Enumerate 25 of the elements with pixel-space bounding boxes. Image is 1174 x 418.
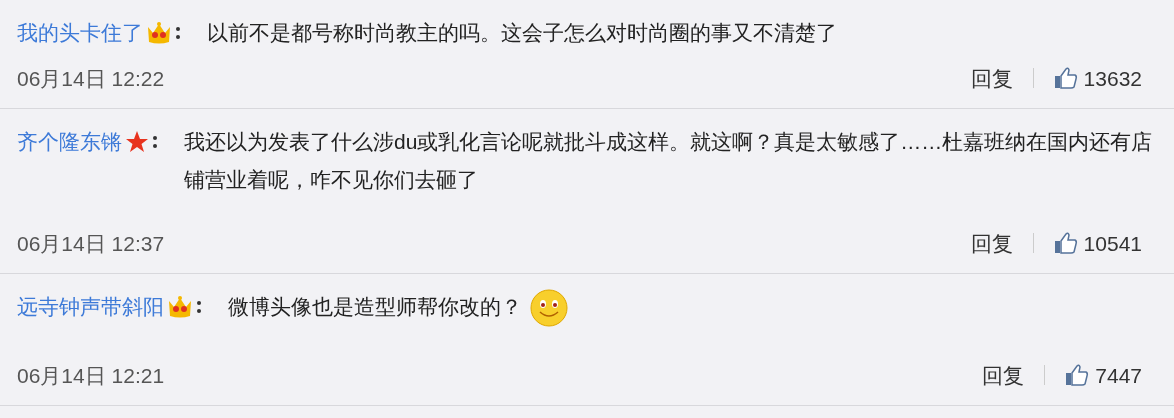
comment-text: 以前不是都号称时尚教主的吗。这会子怎么对时尚圈的事又不清楚了 — [207, 21, 837, 44]
comment-text: 我还以为发表了什么涉du或乳化言论呢就批斗成这样。就这啊？真是太敏感了……杜嘉班纳在国内还有店铺营业着呢，咋不见你们去砸了 — [184, 130, 1153, 191]
colon-icon — [196, 300, 202, 314]
username-link[interactable]: 远寺钟声带斜阳 — [17, 288, 164, 326]
colon-icon — [175, 26, 181, 40]
crown-icon — [146, 21, 172, 45]
smiley-icon — [530, 289, 568, 328]
like-button[interactable]: 7447 — [1065, 359, 1142, 391]
comment-time: 06月14日 12:21 — [17, 362, 165, 389]
username-link[interactable]: 我的头卡住了 — [17, 14, 143, 52]
thumbs-up-icon — [1053, 66, 1078, 91]
thumbs-up-icon — [1065, 363, 1090, 388]
reply-link[interactable]: 回复 — [970, 62, 1013, 94]
like-button[interactable]: 13632 — [1053, 62, 1142, 94]
like-button[interactable]: 10541 — [1053, 227, 1142, 259]
crown-icon — [167, 295, 193, 319]
star-icon — [125, 130, 149, 154]
comment-time: 06月14日 12:22 — [17, 65, 165, 92]
comment-text: 微博头像也是造型师帮你改的？ — [228, 295, 522, 318]
thumbs-up-icon — [1053, 231, 1078, 256]
username-link[interactable]: 齐个隆东锵 — [17, 123, 122, 161]
comment-time: 06月14日 12:37 — [17, 230, 165, 257]
reply-link[interactable]: 回复 — [970, 227, 1013, 259]
colon-icon — [152, 135, 158, 149]
reply-link[interactable]: 回复 — [982, 359, 1025, 391]
